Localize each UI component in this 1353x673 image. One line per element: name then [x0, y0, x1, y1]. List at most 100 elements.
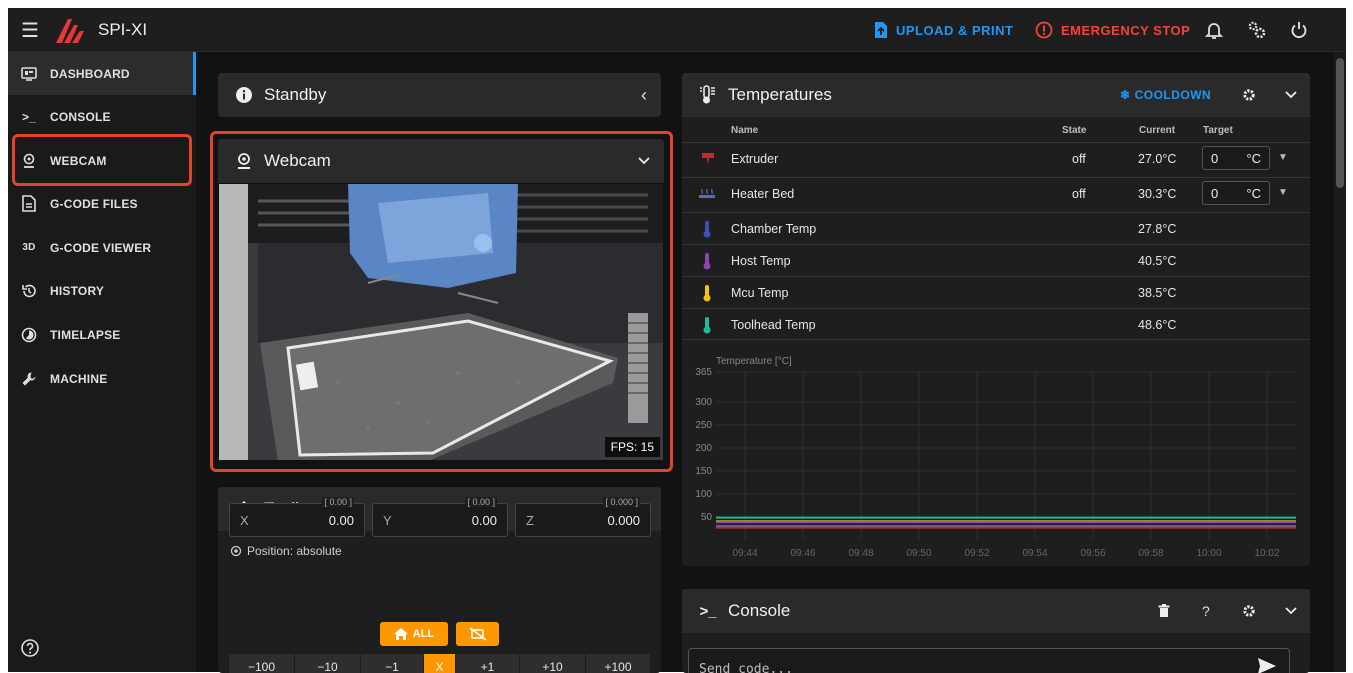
top-bar: ☰ SPI-XI UPLOAD & PRINT EMERGENCY STOP: [8, 8, 1346, 52]
bell-icon[interactable]: [1200, 8, 1228, 52]
upload-print-button[interactable]: UPLOAD & PRINT: [874, 8, 1014, 52]
standby-panel-header[interactable]: Standby ‹: [218, 73, 661, 117]
y-tick-label: 250: [695, 420, 712, 431]
sidebar-item-webcam[interactable]: WEBCAM: [8, 139, 196, 182]
sensor-name[interactable]: Mcu Temp: [731, 277, 788, 309]
position-mode-label: Position: absolute: [247, 544, 342, 558]
table-row: Host Temp 40.5°C: [682, 244, 1310, 276]
x-tick-label: 09:46: [790, 548, 815, 559]
sidebar-item-console[interactable]: >_ CONSOLE: [8, 95, 196, 138]
webcam-stream-image[interactable]: FPS: 15: [218, 183, 664, 461]
wrench-icon: [8, 371, 50, 387]
snowflake-icon: ❄: [1120, 88, 1131, 102]
sensor-name[interactable]: Heater Bed: [731, 178, 794, 210]
standby-title: Standby: [264, 85, 327, 104]
chevron-down-icon[interactable]: [1285, 589, 1297, 633]
send-code-input[interactable]: [699, 657, 1239, 673]
sensor-current: 48.6°C: [1138, 318, 1177, 332]
help-icon[interactable]: ?: [1202, 589, 1210, 633]
webcam-panel: Webcam FPS: 15: [218, 139, 664, 461]
temperatures-panel-header[interactable]: Temperatures ❄ COOLDOWN: [682, 73, 1310, 117]
cogs-icon[interactable]: [1243, 8, 1271, 52]
send-code-field[interactable]: [688, 648, 1290, 673]
caret-down-icon[interactable]: ▼: [1278, 187, 1288, 198]
sensor-current: 27.8°C: [1138, 222, 1177, 236]
sensor-name[interactable]: Extruder: [731, 143, 778, 175]
chevron-left-icon[interactable]: ‹: [641, 73, 647, 117]
upload-print-label: UPLOAD & PRINT: [896, 22, 1014, 38]
jog-minus-100-button[interactable]: −100: [229, 654, 295, 673]
x-tick-label: 10:00: [1196, 548, 1221, 559]
y-tick-label: 365: [695, 367, 712, 378]
sidebar-item-dashboard[interactable]: DASHBOARD: [8, 52, 196, 95]
x-position-field[interactable]: [ 0.00 ] X 0.00: [229, 497, 365, 537]
sidebar-item-timelapse[interactable]: TIMELAPSE: [8, 313, 196, 356]
x-tick-label: 09:58: [1138, 548, 1163, 559]
x-tick-label: 09:52: [964, 548, 989, 559]
jog-plus-1-button[interactable]: +1: [456, 654, 520, 673]
console-icon: >_: [699, 602, 717, 620]
jog-plus-100-button[interactable]: +100: [586, 654, 651, 673]
trash-icon[interactable]: [1158, 589, 1170, 633]
webcam-panel-header[interactable]: Webcam: [218, 139, 664, 183]
jog-plus-10-button[interactable]: +10: [520, 654, 586, 673]
heater-bed-target-input[interactable]: 0 °C: [1202, 181, 1270, 205]
x-position-value: 0.00: [328, 513, 354, 528]
y-tick-label: 150: [695, 466, 712, 477]
gear-icon[interactable]: [1242, 589, 1256, 633]
jog-minus-10-button[interactable]: −10: [295, 654, 361, 673]
col-header-current: Current: [1139, 125, 1176, 136]
position-mode[interactable]: Position: absolute: [230, 544, 342, 558]
sidebar-item-gcode-files[interactable]: G-CODE FILES: [8, 182, 196, 225]
page-scrollbar[interactable]: [1334, 52, 1346, 672]
chevron-down-icon[interactable]: [638, 139, 650, 183]
sensor-name[interactable]: Chamber Temp: [731, 213, 816, 245]
send-icon[interactable]: [1257, 657, 1277, 673]
y-axis-label: Y: [383, 513, 392, 528]
help-circle-icon[interactable]: [20, 638, 40, 658]
console-icon: >_: [21, 109, 37, 124]
cooldown-button[interactable]: ❄ COOLDOWN: [1120, 73, 1211, 117]
extruder-target-input[interactable]: 0 °C: [1202, 146, 1270, 170]
home-x-button[interactable]: X: [424, 654, 456, 673]
alert-circle-icon: [1035, 21, 1053, 39]
sidebar-item-gcode-viewer[interactable]: 3D G-CODE VIEWER: [8, 226, 196, 269]
sidebar: DASHBOARD >_ CONSOLE WEBCAM G-CODE FILES…: [8, 52, 196, 672]
sidebar-item-machine[interactable]: MACHINE: [8, 357, 196, 400]
extruder-icon: [700, 143, 716, 175]
x-tick-label: 09:44: [732, 548, 757, 559]
z-requested-position: [ 0.000 ]: [603, 497, 640, 507]
col-header-name: Name: [731, 125, 759, 136]
y-tick-label: 100: [695, 489, 712, 500]
y-axis-label: Temperature [°C]: [716, 356, 792, 367]
sensor-name[interactable]: Toolhead Temp: [731, 309, 816, 341]
sidebar-item-history[interactable]: HISTORY: [8, 269, 196, 312]
power-icon[interactable]: [1285, 8, 1313, 52]
temperature-chart[interactable]: Temperature [°C] 50 100 150 200 250 300 365 09:4…: [682, 350, 1310, 565]
emergency-stop-button[interactable]: EMERGENCY STOP: [1035, 8, 1190, 52]
x-tick-label: 09:48: [848, 548, 873, 559]
col-header-state: State: [1062, 125, 1087, 136]
x-tick-label: 09:50: [906, 548, 931, 559]
sensor-current: 27.0°C: [1138, 152, 1177, 166]
console-panel-header[interactable]: >_ Console ?: [682, 589, 1310, 633]
webcam-title: Webcam: [264, 151, 331, 170]
home-all-button[interactable]: ALL: [380, 622, 448, 646]
sidebar-item-label: G-CODE FILES: [50, 196, 138, 211]
sidebar-item-label: TIMELAPSE: [50, 327, 121, 342]
gear-icon[interactable]: [1242, 73, 1256, 117]
hamburger-menu-icon[interactable]: ☰: [18, 8, 42, 52]
y-requested-position: [ 0.00 ]: [465, 497, 497, 507]
jog-minus-1-button[interactable]: −1: [361, 654, 424, 673]
motors-off-button[interactable]: [456, 622, 499, 646]
sensor-name[interactable]: Host Temp: [731, 245, 791, 277]
z-position-field[interactable]: [ 0.000 ] Z 0.000: [515, 497, 651, 537]
scrollbar-thumb[interactable]: [1336, 58, 1344, 188]
sidebar-item-label: CONSOLE: [50, 109, 111, 124]
y-position-field[interactable]: [ 0.00 ] Y 0.00: [372, 497, 508, 537]
table-row: Toolhead Temp 48.6°C: [682, 308, 1310, 340]
crosshairs-icon: [230, 545, 242, 557]
caret-down-icon[interactable]: ▼: [1278, 152, 1288, 163]
thermometer-lines-icon: [698, 85, 718, 105]
chevron-down-icon[interactable]: [1285, 73, 1297, 117]
